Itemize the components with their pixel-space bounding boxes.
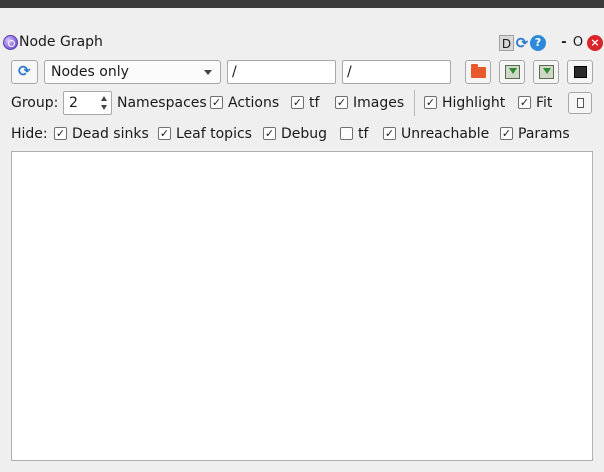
leaf-topics-checkbox[interactable]: ✓ (158, 127, 171, 140)
load-dot-button[interactable] (465, 60, 491, 84)
group-label: Group: (11, 95, 59, 111)
graph-type-value: Nodes only (51, 64, 129, 80)
group-value: 2 (69, 95, 78, 111)
group-spinbox[interactable]: 2 (63, 91, 112, 115)
save-image-button[interactable] (567, 60, 593, 84)
node-filter-input[interactable]: / (227, 60, 336, 84)
debug-checkbox[interactable]: ✓ (263, 127, 276, 140)
toolbar-separator (414, 90, 415, 116)
graph-type-select[interactable]: Nodes only (44, 60, 221, 84)
images-checkbox[interactable]: ✓ (335, 96, 348, 109)
top-panel-bar (0, 0, 604, 8)
fit-in-view-button[interactable] (568, 92, 592, 114)
tf-checkbox[interactable]: ✓ (291, 96, 304, 109)
images-label: Images (353, 95, 405, 111)
params-label: Params (518, 126, 570, 142)
window-title: Node Graph (19, 34, 103, 50)
topic-filter-input[interactable]: / (342, 60, 451, 84)
reload-plugin-icon[interactable]: ⟳ (514, 35, 530, 51)
unreachable-label: Unreachable (401, 126, 490, 142)
refresh-icon: ⟳ (18, 62, 31, 80)
close-icon[interactable]: × (587, 35, 603, 51)
unreachable-checkbox[interactable]: ✓ (383, 127, 396, 140)
hide-tf-checkbox[interactable] (340, 127, 353, 140)
highlight-label: Highlight (442, 95, 506, 111)
window-title-bar: Node Graph D ⟳ ? - O × (0, 28, 604, 56)
tf-label: tf (309, 95, 320, 111)
leaf-topics-label: Leaf topics (176, 126, 252, 142)
dock-d-button[interactable]: D (499, 35, 514, 51)
hide-tf-label: tf (358, 126, 369, 142)
hide-label: Hide: (11, 126, 48, 142)
save-image-icon (539, 65, 554, 79)
screenshot-icon (574, 66, 587, 78)
fit-label: Fit (536, 95, 553, 111)
help-icon[interactable]: ? (530, 35, 546, 51)
node-graph-plugin-icon (3, 35, 18, 50)
fit-checkbox[interactable]: ✓ (518, 96, 531, 109)
dead-sinks-label: Dead sinks (72, 126, 149, 142)
graph-canvas[interactable] (11, 151, 593, 461)
namespaces-label: Namespaces (117, 95, 207, 111)
dead-sinks-checkbox[interactable]: ✓ (54, 127, 67, 140)
debug-label: Debug (281, 126, 328, 142)
folder-icon (471, 64, 486, 78)
fit-view-icon (577, 98, 584, 108)
actions-label: Actions (228, 95, 280, 111)
save-svg-button[interactable] (533, 60, 559, 84)
highlight-checkbox[interactable]: ✓ (424, 96, 437, 109)
refresh-button[interactable]: ⟳ (11, 60, 38, 84)
save-dot-button[interactable] (499, 60, 525, 84)
minimize-button[interactable]: - (558, 35, 570, 51)
params-checkbox[interactable]: ✓ (500, 127, 513, 140)
chevron-down-icon (204, 70, 212, 75)
float-button[interactable]: O (571, 35, 585, 51)
spin-up-icon[interactable] (101, 96, 107, 101)
save-dot-icon (505, 65, 520, 79)
spin-down-icon[interactable] (101, 105, 107, 110)
actions-checkbox[interactable]: ✓ (210, 96, 223, 109)
